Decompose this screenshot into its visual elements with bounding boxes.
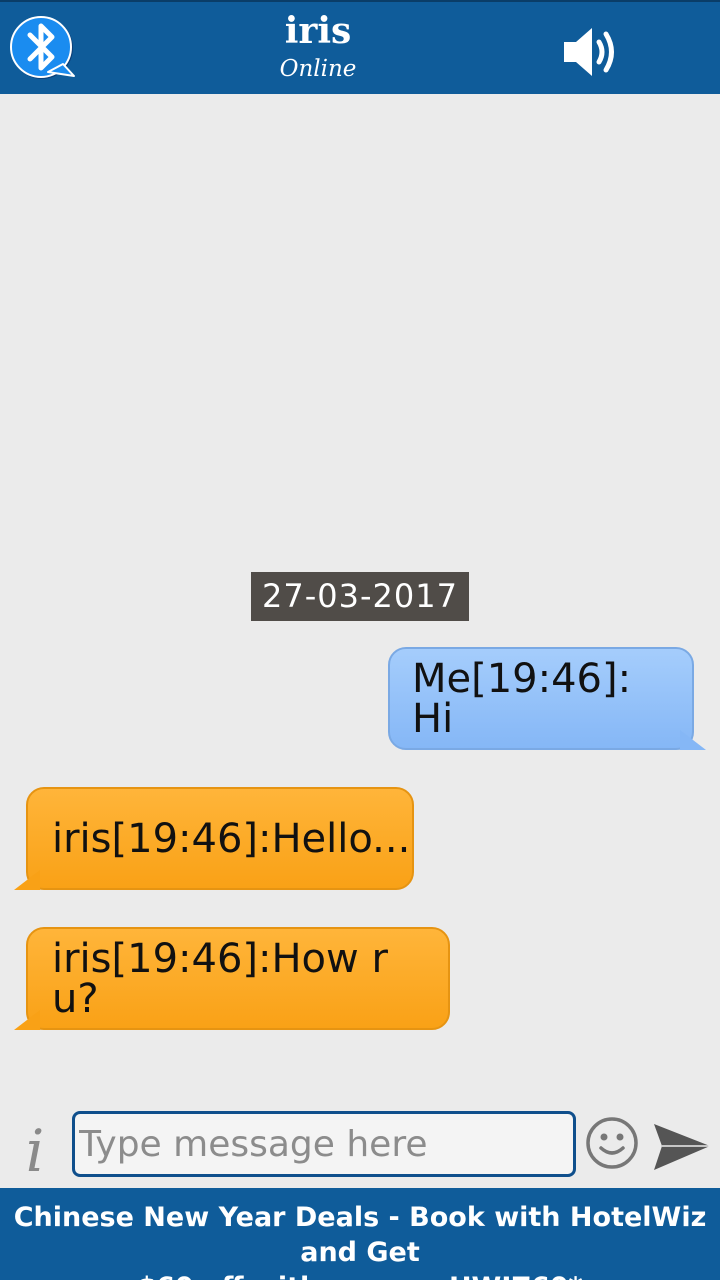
outgoing-message[interactable]: Me[19:46]: Hi bbox=[388, 647, 706, 750]
incoming-message[interactable]: iris[19:46]:How r u? bbox=[14, 927, 450, 1030]
contact-name: iris bbox=[284, 10, 352, 52]
contact-status: Online bbox=[279, 56, 357, 82]
speaker-icon bbox=[564, 28, 614, 76]
chat-screen: iris Online 27-03-2017 Me[19:46]: Hi iri… bbox=[0, 0, 720, 1280]
emoji-button[interactable] bbox=[584, 1114, 640, 1172]
ad-line-2: $60 off with coupon HWIZ60* bbox=[0, 1270, 720, 1280]
info-icon[interactable]: i bbox=[18, 1120, 52, 1182]
header-bar: iris Online bbox=[0, 0, 720, 94]
send-button[interactable] bbox=[652, 1118, 712, 1174]
bluetooth-icon bbox=[10, 16, 75, 79]
sound-button[interactable] bbox=[560, 24, 622, 80]
message-text: iris[19:46]:How r u? bbox=[52, 935, 388, 1022]
date-separator: 27-03-2017 bbox=[251, 572, 469, 621]
ad-line-1: Chinese New Year Deals - Book with Hotel… bbox=[13, 1202, 707, 1268]
message-input[interactable] bbox=[72, 1111, 576, 1177]
bluetooth-button[interactable] bbox=[8, 14, 78, 84]
send-icon bbox=[654, 1124, 710, 1170]
chat-area[interactable]: 27-03-2017 Me[19:46]: Hi iris[19:46]:Hel… bbox=[0, 94, 720, 1106]
incoming-message[interactable]: iris[19:46]:Hello... bbox=[14, 787, 414, 890]
contact-title: iris Online bbox=[160, 8, 476, 84]
message-text: Me[19:46]: Hi bbox=[412, 655, 632, 742]
smiley-icon bbox=[586, 1117, 638, 1169]
ad-banner[interactable]: Chinese New Year Deals - Book with Hotel… bbox=[0, 1188, 720, 1280]
message-text: iris[19:46]:Hello... bbox=[52, 815, 411, 862]
